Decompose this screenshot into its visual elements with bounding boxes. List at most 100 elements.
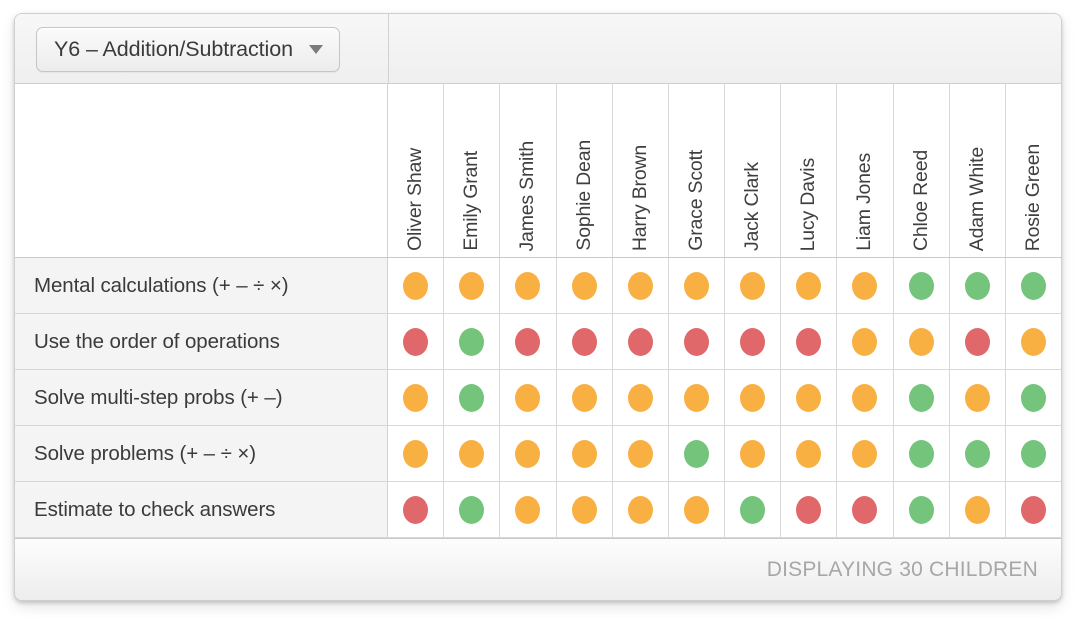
assessment-cell[interactable]	[556, 258, 613, 313]
assessment-cell[interactable]	[893, 314, 950, 369]
assessment-cell[interactable]	[893, 370, 950, 425]
assessment-cell[interactable]	[1005, 258, 1061, 313]
assessment-cell[interactable]	[556, 426, 613, 481]
student-name-header-cell[interactable]: Emily Grant	[444, 84, 501, 257]
assessment-cell[interactable]	[837, 314, 894, 369]
objective-label[interactable]: Solve problems (+ – ÷ ×)	[15, 426, 388, 481]
student-name-header-cell[interactable]: Grace Scott	[669, 84, 726, 257]
assessment-cell[interactable]	[781, 314, 838, 369]
assessment-cell[interactable]	[500, 258, 557, 313]
student-name-header-cell[interactable]: Sophie Dean	[557, 84, 613, 257]
assessment-cell[interactable]	[781, 258, 838, 313]
assessment-cell[interactable]	[500, 314, 557, 369]
objective-label[interactable]: Estimate to check answers	[15, 482, 388, 537]
assessment-cell[interactable]	[388, 426, 445, 481]
status-dot-amber	[964, 383, 990, 412]
status-dot-red	[796, 327, 822, 356]
student-name-label: James Smith	[516, 140, 539, 252]
student-name-label: Oliver Shaw	[404, 148, 427, 251]
assessment-cell[interactable]	[668, 482, 726, 537]
status-dot-amber	[627, 383, 653, 412]
assessment-cell[interactable]	[949, 426, 1006, 481]
status-dot-green	[908, 271, 934, 300]
assessment-cell[interactable]	[725, 314, 782, 369]
status-dot-amber	[740, 383, 766, 412]
assessment-cell[interactable]	[444, 370, 501, 425]
status-dot-green	[740, 495, 766, 524]
assessment-cell[interactable]	[388, 482, 445, 537]
table-row: Solve multi-step probs (+ –)	[15, 370, 1061, 426]
assessment-cell[interactable]	[837, 482, 894, 537]
assessment-card: Y6 – Addition/Subtraction Oliver Shaw Emi…	[14, 13, 1062, 601]
student-name-label: Adam White	[965, 146, 988, 251]
assessment-cell[interactable]	[781, 482, 838, 537]
assessment-cell[interactable]	[725, 482, 782, 537]
assessment-cell[interactable]	[949, 370, 1006, 425]
student-name-header-cell[interactable]: Lucy Davis	[781, 84, 838, 257]
objective-set-dropdown[interactable]: Y6 – Addition/Subtraction	[36, 27, 340, 72]
assessment-cell[interactable]	[556, 314, 613, 369]
objective-label[interactable]: Use the order of operations	[15, 314, 388, 369]
assessment-cell[interactable]	[388, 370, 445, 425]
assessment-cell[interactable]	[1005, 370, 1061, 425]
assessment-cell[interactable]	[500, 482, 557, 537]
status-dot-amber	[571, 439, 597, 468]
assessment-cell[interactable]	[556, 370, 613, 425]
assessment-cell[interactable]	[893, 482, 950, 537]
assessment-cell[interactable]	[612, 370, 669, 425]
assessment-cell[interactable]	[444, 426, 501, 481]
assessment-cell[interactable]	[556, 482, 613, 537]
assessment-cell[interactable]	[388, 258, 445, 313]
status-dot-green	[459, 495, 485, 524]
assessment-cell[interactable]	[444, 314, 501, 369]
assessment-cell[interactable]	[781, 426, 838, 481]
assessment-cell[interactable]	[837, 258, 894, 313]
assessment-cell[interactable]	[837, 426, 894, 481]
student-name-header-cell[interactable]: Rosie Green	[1006, 84, 1061, 257]
status-dot-green	[1020, 439, 1046, 468]
assessment-cell[interactable]	[949, 258, 1006, 313]
assessment-cell[interactable]	[668, 314, 726, 369]
assessment-cell[interactable]	[444, 482, 501, 537]
status-dot-amber	[852, 383, 878, 412]
status-dot-red	[1020, 495, 1046, 524]
status-dot-amber	[515, 495, 541, 524]
student-name-header-cell[interactable]: Oliver Shaw	[388, 84, 445, 257]
student-name-header-cell[interactable]: Adam White	[950, 84, 1006, 257]
student-name-header-cell[interactable]: Chloe Reed	[894, 84, 950, 257]
assessment-cell[interactable]	[500, 426, 557, 481]
status-dot-green	[908, 439, 934, 468]
assessment-cell[interactable]	[1005, 482, 1061, 537]
assessment-cell[interactable]	[444, 258, 501, 313]
assessment-cell[interactable]	[388, 314, 445, 369]
assessment-cell[interactable]	[893, 426, 950, 481]
assessment-cell[interactable]	[1005, 314, 1061, 369]
status-dot-amber	[627, 271, 653, 300]
student-name-header-cell[interactable]: Liam Jones	[837, 84, 894, 257]
objective-label[interactable]: Solve multi-step probs (+ –)	[15, 370, 388, 425]
assessment-cell[interactable]	[949, 314, 1006, 369]
assessment-cell[interactable]	[612, 482, 669, 537]
assessment-cell[interactable]	[725, 370, 782, 425]
assessment-cell[interactable]	[781, 370, 838, 425]
assessment-cell[interactable]	[893, 258, 950, 313]
status-dot-green	[964, 271, 990, 300]
student-name-header-cell[interactable]: Jack Clark	[725, 84, 782, 257]
assessment-cell[interactable]	[725, 258, 782, 313]
assessment-cell[interactable]	[1005, 426, 1061, 481]
assessment-cell[interactable]	[500, 370, 557, 425]
assessment-cell[interactable]	[668, 258, 726, 313]
assessment-cell[interactable]	[668, 426, 726, 481]
student-name-header-cell[interactable]: Harry Brown	[613, 84, 669, 257]
assessment-cell[interactable]	[668, 370, 726, 425]
assessment-cell[interactable]	[837, 370, 894, 425]
assessment-cell[interactable]	[949, 482, 1006, 537]
student-name-header-cell[interactable]: James Smith	[500, 84, 557, 257]
table-row: Use the order of operations	[15, 314, 1061, 370]
assessment-cell[interactable]	[612, 258, 669, 313]
assessment-cell[interactable]	[725, 426, 782, 481]
status-dot-amber	[571, 383, 597, 412]
objective-label[interactable]: Mental calculations (+ – ÷ ×)	[15, 258, 388, 313]
assessment-cell[interactable]	[612, 426, 669, 481]
assessment-cell[interactable]	[612, 314, 669, 369]
